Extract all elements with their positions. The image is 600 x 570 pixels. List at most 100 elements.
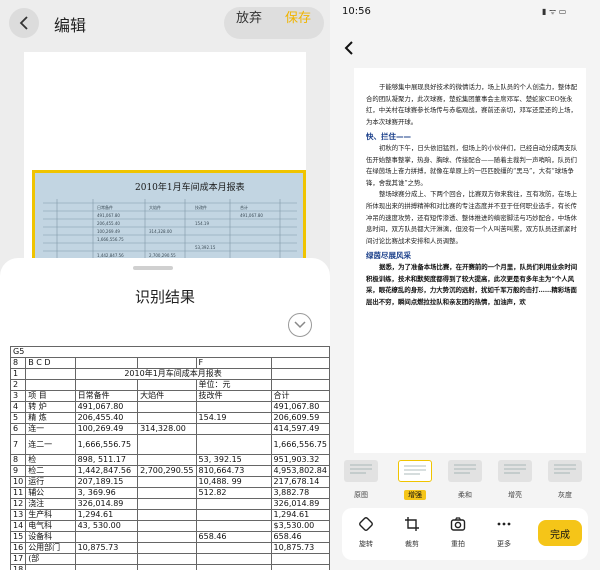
table-cell[interactable]	[137, 434, 197, 455]
table-cell[interactable]: 326,014.89	[74, 498, 139, 510]
table-cell[interactable]: 1	[9, 368, 27, 380]
table-cell[interactable]: 3, 369.96	[74, 487, 139, 499]
table-cell[interactable]	[195, 520, 272, 532]
table-cell[interactable]	[74, 379, 139, 391]
table-cell[interactable]: 日常备件	[74, 390, 139, 402]
table-cell[interactable]	[137, 412, 197, 424]
table-cell[interactable]: 16	[9, 542, 27, 554]
table-cell[interactable]: 2	[9, 379, 27, 391]
table-cell[interactable]: 1,294.61	[74, 509, 139, 521]
table-cell[interactable]: 1,666,556.75	[74, 434, 139, 455]
table-cell[interactable]	[137, 498, 197, 510]
table-cell[interactable]	[74, 357, 139, 369]
table-cell[interactable]	[137, 379, 197, 391]
table-cell[interactable]: 设备科	[25, 531, 76, 543]
table-cell[interactable]	[270, 357, 330, 369]
table-cell[interactable]: 2010年1月车间成本月报表	[74, 368, 272, 380]
table-cell[interactable]: 512.82	[195, 487, 272, 499]
filter-option[interactable]: 柔和	[448, 460, 482, 501]
table-cell[interactable]: 3	[9, 390, 27, 402]
table-cell[interactable]: 217,678.14	[270, 476, 330, 488]
table-cell[interactable]: 658.46	[270, 531, 330, 543]
table-cell[interactable]: 辅公	[25, 487, 76, 499]
table-cell[interactable]: 14	[9, 520, 27, 532]
table-cell[interactable]	[270, 564, 330, 570]
table-cell[interactable]: 7	[9, 434, 27, 455]
table-cell[interactable]: 206,609.59	[270, 412, 330, 424]
table-cell[interactable]: 810,664.73	[195, 465, 272, 477]
table-cell[interactable]: 8	[9, 357, 27, 369]
table-cell[interactable]: 2,700,290.55	[137, 465, 197, 477]
table-cell[interactable]: 10	[9, 476, 27, 488]
table-cell[interactable]: 公用部门	[25, 542, 76, 554]
table-cell[interactable]	[270, 368, 330, 380]
table-cell[interactable]: 658.46	[195, 531, 272, 543]
table-cell[interactable]: 491,067.80	[270, 401, 330, 413]
table-cell[interactable]	[137, 553, 197, 565]
table-cell[interactable]	[25, 379, 76, 391]
table-cell[interactable]: $3,530.00	[270, 520, 330, 532]
table-cell[interactable]: 1,442,847.56	[74, 465, 139, 477]
retake-tool[interactable]: 重拍	[442, 516, 474, 549]
table-cell[interactable]: 15	[9, 531, 27, 543]
table-cell[interactable]	[270, 553, 330, 565]
table-cell[interactable]: 326,014.89	[270, 498, 330, 510]
table-cell[interactable]: 4,953,802.84	[270, 465, 330, 477]
table-cell[interactable]: 314,328.00	[137, 423, 197, 435]
table-cell[interactable]: 17	[9, 553, 27, 565]
table-cell[interactable]: 18	[9, 564, 27, 570]
rotate-tool[interactable]: 旋转	[350, 516, 382, 549]
table-cell[interactable]	[195, 542, 272, 554]
table-cell[interactable]: 207,189.15	[74, 476, 139, 488]
table-cell[interactable]: 53, 392.15	[195, 454, 272, 466]
table-cell[interactable]: 9	[9, 465, 27, 477]
collapse-button[interactable]	[288, 313, 312, 337]
table-cell[interactable]: 414,597.49	[270, 423, 330, 435]
save-button[interactable]: 保存	[285, 7, 311, 26]
table-cell[interactable]	[137, 454, 197, 466]
table-cell[interactable]	[195, 509, 272, 521]
table-cell[interactable]: 项 目	[25, 390, 76, 402]
filter-option[interactable]: 原图	[344, 460, 378, 501]
table-cell[interactable]	[137, 476, 197, 488]
filter-option[interactable]: 增亮	[498, 460, 532, 501]
table-cell[interactable]	[195, 498, 272, 510]
table-cell[interactable]	[74, 564, 139, 570]
table-cell[interactable]	[137, 487, 197, 499]
back-button[interactable]	[9, 8, 39, 38]
table-cell[interactable]	[74, 531, 139, 543]
discard-button[interactable]: 放弃	[236, 7, 262, 26]
table-cell[interactable]: 10,875.73	[270, 542, 330, 554]
table-cell[interactable]	[137, 542, 197, 554]
table-cell[interactable]: 大焰件	[137, 390, 197, 402]
table-cell[interactable]: 100,269.49	[74, 423, 139, 435]
table-cell[interactable]	[137, 520, 197, 532]
table-cell[interactable]	[25, 368, 76, 380]
table-cell[interactable]: 单位：元	[195, 379, 272, 391]
table-cell[interactable]: 951,903.32	[270, 454, 330, 466]
table-cell[interactable]: 精 炼	[25, 412, 76, 424]
table-cell[interactable]: 10,875.73	[74, 542, 139, 554]
table-cell[interactable]	[195, 423, 272, 435]
drag-handle[interactable]	[133, 266, 173, 270]
table-cell[interactable]: (部	[25, 553, 76, 565]
filter-option[interactable]: 灰度	[548, 460, 582, 501]
table-cell[interactable]: 检二	[25, 465, 76, 477]
crop-tool[interactable]: 裁剪	[396, 516, 428, 549]
table-cell[interactable]: 1,294.61	[270, 509, 330, 521]
back-button[interactable]	[344, 40, 354, 59]
table-cell[interactable]: 检	[25, 454, 76, 466]
table-cell[interactable]: 合计	[270, 390, 330, 402]
table-cell[interactable]: 898, 511.17	[74, 454, 139, 466]
table-cell[interactable]	[74, 553, 139, 565]
table-cell[interactable]	[137, 531, 197, 543]
table-cell[interactable]: 4	[9, 401, 27, 413]
table-cell[interactable]	[25, 564, 76, 570]
table-cell[interactable]: 206,455.40	[74, 412, 139, 424]
table-cell[interactable]	[195, 401, 272, 413]
table-cell[interactable]: 电气科	[25, 520, 76, 532]
table-cell[interactable]: B C D	[25, 357, 76, 369]
table-cell[interactable]: 3,882.78	[270, 487, 330, 499]
table-cell[interactable]: G5	[10, 346, 330, 358]
table-cell[interactable]: 技改件	[195, 390, 272, 402]
